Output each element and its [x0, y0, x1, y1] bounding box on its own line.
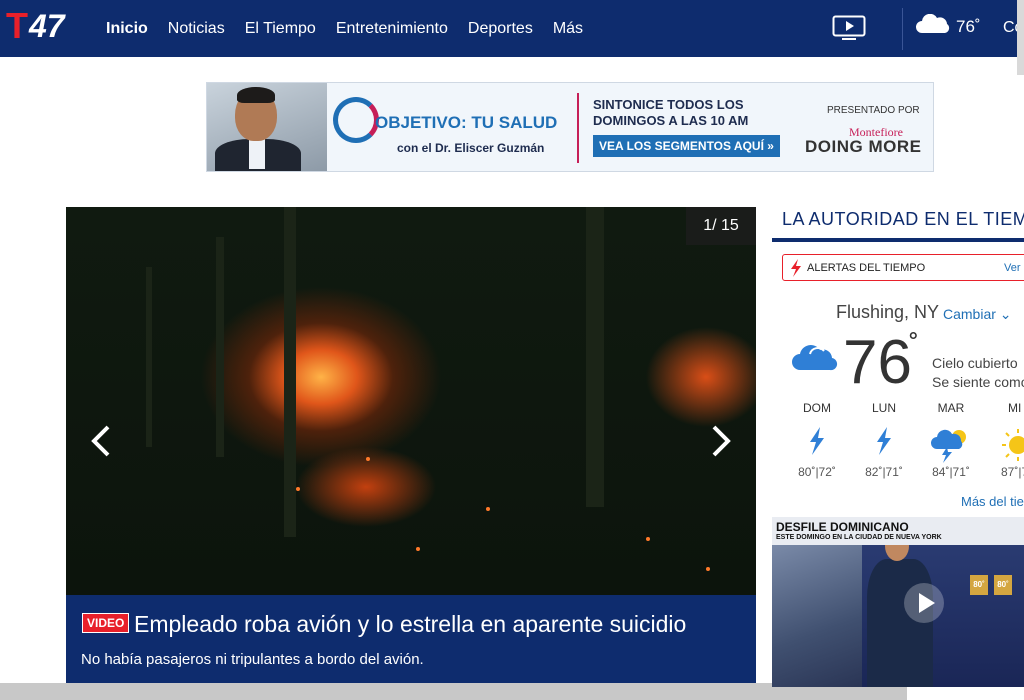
forecast-day[interactable]: MI 87˚|7: [986, 401, 1024, 479]
nav-item-noticias[interactable]: Noticias: [168, 20, 225, 38]
alert-lightning-icon: [789, 259, 803, 282]
forecast-temps: 82˚|71˚: [865, 465, 903, 479]
site-header: T 47 Inicio Noticias El Tiempo Entreteni…: [0, 0, 1024, 57]
vertical-scrollbar[interactable]: [1017, 0, 1024, 75]
hero-summary: No había pasajeros ni tripulantes a bord…: [81, 651, 424, 668]
main-nav: Inicio Noticias El Tiempo Entretenimient…: [106, 0, 603, 57]
nav-item-entretenimiento[interactable]: Entretenimiento: [336, 20, 448, 38]
chevron-right-icon[interactable]: [706, 421, 736, 461]
sun-icon: [1002, 429, 1024, 461]
more-weather-link[interactable]: Más del tiem: [961, 494, 1024, 509]
forecast-day-label: LUN: [871, 401, 896, 415]
slide-counter: 1/ 15: [686, 207, 756, 245]
weather-alert-label: ALERTAS DEL TIEMPO: [807, 262, 926, 274]
feels-like: Se siente como: [932, 374, 1024, 390]
hero-slideshow[interactable]: 1/ 15 VIDEO Empleado roba avión y lo est…: [66, 207, 756, 700]
forest-fire-image[interactable]: [66, 207, 756, 595]
forecast-day-label: DOM: [803, 401, 831, 415]
weather-alert-bar[interactable]: ALERTAS DEL TIEMPO Ver: [782, 254, 1024, 281]
ad-segments-button[interactable]: VEA LOS SEGMENTOS AQUÍ »: [593, 135, 780, 157]
ad-subtitle: con el Dr. Eliscer Guzmán: [397, 141, 545, 155]
change-location-label: Cambiar: [943, 306, 996, 322]
horizontal-scrollbar[interactable]: [0, 683, 907, 700]
parade-crowd-image: [772, 545, 862, 687]
chevron-down-icon: ⌄: [999, 306, 1012, 322]
weather-video-promo[interactable]: 80˚ 80˚ DESFILE DOMINICANO ESTE DOMINGO …: [772, 517, 1024, 687]
promo-title-bar: DESFILE DOMINICANO ESTE DOMINGO EN LA CI…: [772, 517, 1024, 545]
weather-section-title: LA AUTORIDAD EN EL TIEM: [782, 209, 1024, 229]
ad-banner[interactable]: OBJETIVO: TU SALUD con el Dr. Eliscer Gu…: [206, 82, 934, 172]
header-temperature: 76˚: [956, 16, 981, 36]
sponsor-tagline: DOING MORE: [805, 137, 922, 156]
weather-alert-link[interactable]: Ver: [1004, 262, 1021, 274]
ad-presented-by: PRESENTADO POR: [827, 105, 920, 116]
nav-item-el-tiempo[interactable]: El Tiempo: [245, 20, 316, 38]
logo-number: 47: [29, 8, 65, 44]
weather-section-rule: [772, 238, 1024, 242]
logo-letter: T: [6, 5, 28, 46]
nav-item-deportes[interactable]: Deportes: [468, 20, 533, 38]
forecast-temps: 80˚|72˚: [798, 465, 836, 479]
ad-cta-text: SINTONICE TODOS LOS DOMINGOS A LAS 10 AM: [593, 97, 749, 128]
cloud-icon: [914, 13, 950, 39]
lightning-icon: [877, 427, 891, 455]
forecast-tile: 80˚: [970, 575, 988, 595]
change-location-link[interactable]: Cambiar ⌄: [943, 306, 1012, 323]
forecast-day[interactable]: DOM 80˚|72˚: [787, 401, 847, 479]
current-temperature: 76: [843, 328, 912, 397]
hero-headline[interactable]: Empleado roba avión y lo estrella en apa…: [134, 611, 686, 638]
forecast-tile: 80˚: [994, 575, 1012, 595]
chevron-left-icon[interactable]: [86, 421, 116, 461]
tv-play-icon[interactable]: [832, 15, 866, 41]
page: T 47 Inicio Noticias El Tiempo Entreteni…: [0, 0, 1024, 700]
degree-symbol: ˚: [909, 330, 919, 363]
forecast-temps: 84˚|71˚: [932, 465, 970, 479]
promo-title: DESFILE DOMINICANO: [776, 520, 909, 534]
ad-title: OBJETIVO: TU SALUD: [375, 113, 558, 132]
current-condition: Cielo cubierto: [932, 355, 1018, 371]
weather-location: Flushing, NY: [836, 302, 940, 322]
lightning-icon: [810, 427, 824, 455]
magnifier-logo-icon: [333, 97, 379, 143]
current-cloud-icon: [790, 340, 838, 377]
header-weather[interactable]: 76˚: [914, 13, 981, 39]
storm-cloud-sun-icon: [931, 429, 966, 463]
forecast-day-label: MAR: [937, 401, 965, 415]
telemundo-47-logo[interactable]: T 47: [6, 5, 65, 46]
nav-item-mas[interactable]: Más: [553, 20, 583, 38]
video-badge: VIDEO: [82, 613, 130, 633]
promo-subtitle: ESTE DOMINGO EN LA CIUDAD DE NUEVA YORK: [776, 534, 942, 541]
header-divider: [902, 8, 903, 50]
doctor-photo: [207, 83, 327, 171]
nav-item-inicio[interactable]: Inicio: [106, 20, 148, 38]
ad-divider: [577, 93, 579, 163]
forecast-day[interactable]: MAR 84˚|71˚: [921, 401, 981, 479]
forecast-day-label: MI: [1008, 401, 1022, 415]
play-icon[interactable]: [904, 583, 944, 623]
forecast-temps: 87˚|7: [1001, 465, 1024, 479]
forecast-day[interactable]: LUN 82˚|71˚: [854, 401, 914, 479]
